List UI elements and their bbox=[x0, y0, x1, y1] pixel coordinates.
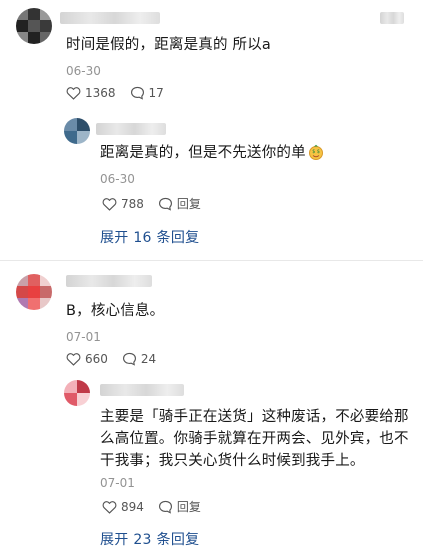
speech-bubble-icon bbox=[130, 86, 144, 100]
reply-date: 07-01 bbox=[100, 476, 135, 490]
expand-replies-link[interactable]: 展开 23 条回复 bbox=[100, 529, 199, 549]
comment-2: B，核心信息。 07-01 660 24 主要是「骑手正在送货」这种废话，不必要… bbox=[0, 260, 423, 554]
reply-like-button[interactable]: 788 bbox=[102, 197, 144, 211]
comment-actions: 1368 17 bbox=[66, 86, 178, 100]
svg-text:$: $ bbox=[312, 149, 315, 155]
speech-bubble-icon bbox=[122, 352, 136, 366]
reply-username-blurred[interactable] bbox=[100, 384, 184, 396]
heart-outline-icon bbox=[102, 197, 117, 211]
reply-label: 回复 bbox=[176, 500, 201, 514]
heart-outline-icon bbox=[102, 500, 117, 514]
speech-bubble-icon bbox=[158, 197, 172, 211]
username-blurred[interactable] bbox=[66, 275, 152, 287]
reply-actions: 894 回复 bbox=[102, 498, 215, 515]
comment-actions: 660 24 bbox=[66, 352, 170, 366]
reply-button[interactable]: 回复 bbox=[158, 498, 201, 515]
like-button[interactable]: 1368 bbox=[66, 86, 116, 100]
comment-date: 06-30 bbox=[66, 64, 101, 78]
reply-username-blurred[interactable] bbox=[96, 123, 166, 135]
reply-count-button[interactable]: 17 bbox=[130, 86, 164, 100]
user-tag-blurred bbox=[380, 12, 404, 24]
like-count: 660 bbox=[85, 352, 108, 366]
like-button[interactable]: 660 bbox=[66, 352, 108, 366]
money-face-emoji-icon: $ $ bbox=[308, 144, 324, 167]
avatar[interactable] bbox=[16, 274, 52, 310]
comment-date: 07-01 bbox=[66, 330, 101, 344]
reply-count: 24 bbox=[140, 352, 157, 366]
reply-count: 17 bbox=[148, 86, 164, 100]
heart-outline-icon bbox=[66, 353, 81, 366]
expand-replies-link[interactable]: 展开 16 条回复 bbox=[100, 227, 199, 247]
reply-text: 主要是「骑手正在送货」这种废话，不必要给那 么高位置。你骑手就算在开两会、见外宾… bbox=[100, 409, 409, 469]
heart-outline-icon bbox=[66, 87, 81, 100]
reply-button[interactable]: 回复 bbox=[158, 195, 201, 212]
like-count: 1368 bbox=[85, 86, 116, 100]
reply-label: 回复 bbox=[176, 197, 201, 211]
speech-bubble-icon bbox=[158, 500, 172, 514]
reply-avatar[interactable] bbox=[64, 380, 90, 406]
comment-text: B，核心信息。 bbox=[66, 303, 165, 319]
reply-like-count: 788 bbox=[121, 196, 144, 211]
reply-avatar[interactable] bbox=[64, 118, 90, 144]
reply-like-button[interactable]: 894 bbox=[102, 500, 144, 514]
comment-1: 时间是假的，距离是真的 所以a 06-30 1368 17 距离是真的，但是不先… bbox=[0, 0, 423, 260]
reply-actions: 788 回复 bbox=[102, 195, 215, 212]
avatar[interactable] bbox=[16, 8, 52, 44]
svg-text:$: $ bbox=[317, 149, 320, 155]
reply-date: 06-30 bbox=[100, 172, 135, 186]
reply-like-count: 894 bbox=[121, 499, 144, 514]
comment-text: 时间是假的，距离是真的 所以a bbox=[66, 37, 271, 53]
reply-text: 距离是真的，但是不先送你的单 $ $ bbox=[100, 142, 324, 167]
username-blurred[interactable] bbox=[60, 12, 160, 24]
reply-count-button[interactable]: 24 bbox=[122, 352, 156, 366]
